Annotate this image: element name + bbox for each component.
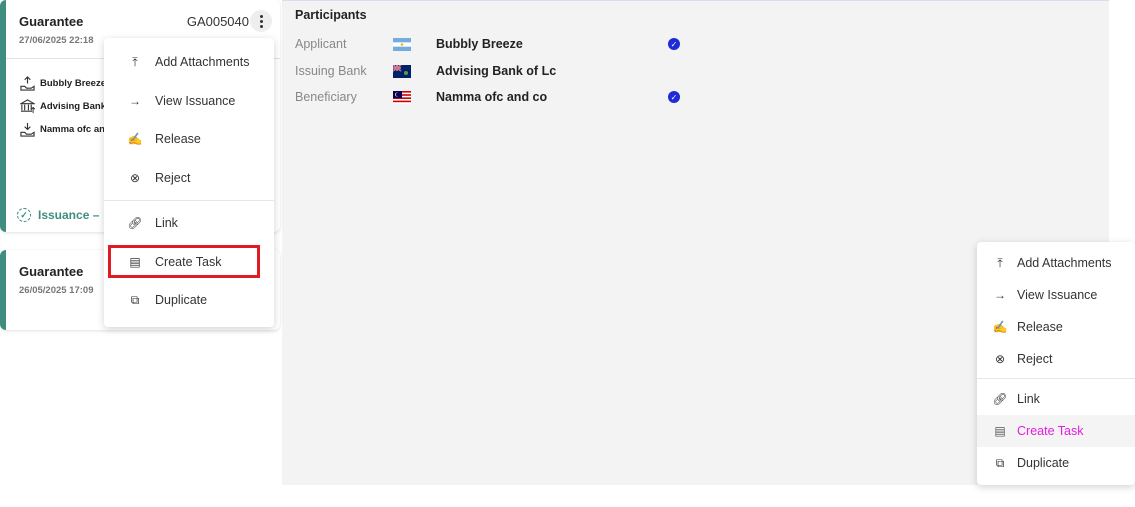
menu-item-duplicate[interactable]: ⧉ Duplicate: [977, 453, 1135, 473]
app-page: Guarantee 27/06/2025 22:18 GA005040 Bubb…: [0, 0, 1135, 507]
circle-x-icon: ⊗: [129, 171, 141, 185]
card-date: 27/06/2025 22:18: [19, 35, 94, 46]
menu-item-label: Release: [1017, 320, 1063, 334]
copy-icon: ⧉: [995, 455, 1005, 470]
status-badge: ✓ Issuance –: [17, 208, 99, 222]
participant-name: Bubbly Breeze: [436, 37, 523, 51]
menu-item-view-issuance[interactable]: → View Issuance: [104, 90, 274, 112]
falkland-islands-flag: [393, 64, 411, 78]
menu-item-label: Link: [1017, 392, 1040, 406]
menu-item-label: Link: [155, 216, 178, 230]
participant-row-issuing-bank: Issuing Bank Advising Bank of Lc: [295, 62, 715, 80]
menu-item-label: Reject: [1017, 352, 1053, 366]
participant-row-applicant: Applicant Bubbly Breeze ✓: [295, 35, 715, 53]
menu-item-label: Create Task: [1017, 424, 1084, 438]
party-name: Advising Bank: [40, 101, 106, 112]
menu-item-label: View Issuance: [1017, 288, 1098, 302]
upload-icon: ⤒: [997, 255, 1003, 270]
verified-icon: ✓: [668, 38, 680, 50]
menu-item-add-attachments[interactable]: ⤒ Add Attachments: [104, 51, 274, 73]
bank-icon: [20, 99, 35, 114]
participant-row-beneficiary: Beneficiary Namma ofc and co ✓: [295, 88, 715, 106]
card-options-menu: ⤒ Add Attachments → View Issuance ✍ Rele…: [104, 38, 274, 327]
participant-role: Beneficiary: [295, 90, 357, 104]
menu-item-link[interactable]: 🔗︎ Link: [104, 212, 274, 234]
card-title: Guarantee: [19, 264, 84, 279]
participant-name: Advising Bank of Lc: [436, 64, 557, 78]
menu-item-release[interactable]: ✍ Release: [104, 128, 274, 150]
menu-item-view-issuance[interactable]: → View Issuance: [977, 285, 1135, 305]
card-party-bank: Advising Bank: [20, 99, 106, 114]
menu-item-label: View Issuance: [155, 94, 236, 108]
menu-item-link[interactable]: 🔗︎ Link: [977, 389, 1135, 409]
card-party-applicant: Bubbly Breeze: [20, 76, 106, 91]
circle-x-icon: ⊗: [994, 352, 1006, 366]
menu-item-add-attachments[interactable]: ⤒ Add Attachments: [977, 253, 1135, 273]
signature-icon: ✍: [992, 320, 1008, 334]
document-icon: ▤: [994, 424, 1006, 438]
panel-title: Participants: [295, 8, 367, 22]
menu-item-release[interactable]: ✍ Release: [977, 317, 1135, 337]
divider: [977, 378, 1135, 379]
menu-item-label: Release: [155, 132, 201, 146]
participant-role: Applicant: [295, 37, 347, 51]
menu-item-duplicate[interactable]: ⧉ Duplicate: [104, 289, 274, 311]
signature-icon: ✍: [127, 132, 143, 146]
party-name: Bubbly Breeze: [40, 78, 106, 89]
party-name: Namma ofc an: [40, 124, 105, 135]
card-accent-bar: [0, 250, 6, 330]
menu-item-reject[interactable]: ⊗ Reject: [977, 349, 1135, 369]
card-reference-id: GA005040: [186, 14, 249, 29]
card-party-beneficiary: Namma ofc an: [20, 122, 105, 137]
options-menu: ⤒ Add Attachments → View Issuance ✍ Rele…: [977, 242, 1135, 485]
verified-icon: ✓: [668, 91, 680, 103]
card-title: Guarantee: [19, 14, 84, 29]
divider: [104, 200, 274, 201]
menu-item-reject[interactable]: ⊗ Reject: [104, 167, 274, 189]
hand-download-icon: [20, 122, 35, 137]
menu-item-label: Add Attachments: [155, 55, 250, 69]
card-date: 26/05/2025 17:09: [19, 285, 94, 296]
check-circle-icon: ✓: [17, 208, 31, 222]
arrow-right-icon: →: [994, 288, 1006, 302]
participant-name: Namma ofc and co: [436, 90, 548, 104]
hand-upload-icon: [20, 76, 35, 91]
argentina-flag: [393, 37, 411, 51]
link-icon: 🔗︎: [992, 392, 1008, 406]
status-text: Issuance –: [38, 208, 100, 222]
arrow-right-icon: →: [129, 94, 141, 108]
upload-icon: ⤒: [132, 54, 138, 69]
menu-item-label: Duplicate: [155, 293, 208, 307]
menu-item-label: Reject: [155, 171, 191, 185]
more-options-icon[interactable]: [250, 10, 272, 32]
highlight-box: [108, 245, 260, 278]
card-accent-bar: [0, 0, 6, 232]
link-icon: 🔗︎: [127, 216, 143, 230]
menu-item-label: Duplicate: [1017, 456, 1070, 470]
participant-role: Issuing Bank: [295, 64, 367, 78]
copy-icon: ⧉: [130, 292, 140, 307]
malaysia-flag: [393, 90, 411, 104]
menu-item-label: Add Attachments: [1017, 256, 1112, 270]
menu-item-create-task[interactable]: ▤ Create Task: [977, 415, 1135, 447]
